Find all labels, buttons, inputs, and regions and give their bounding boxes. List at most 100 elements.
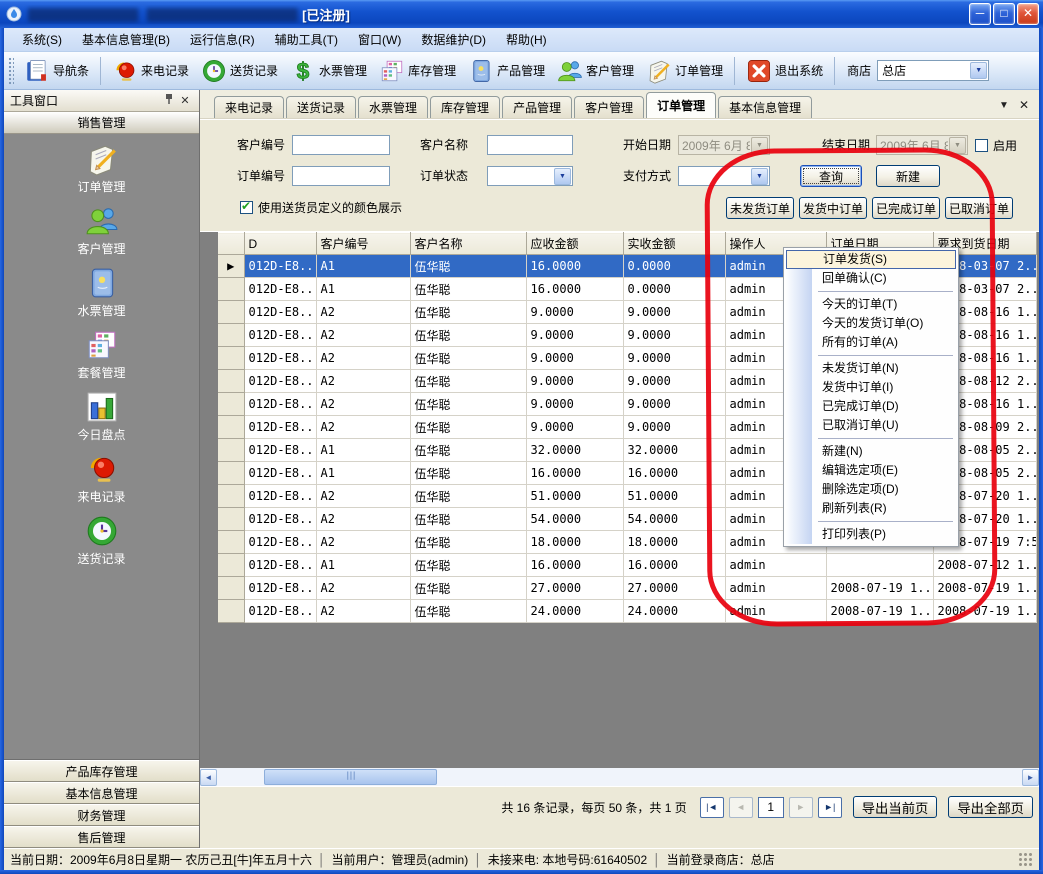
menu-item-5[interactable]: 数据维护(D) (411, 28, 496, 51)
customer-button[interactable]: 客户管理 (552, 56, 639, 86)
pin-icon[interactable] (161, 93, 177, 109)
context-menu-item-2[interactable]: 回单确认(C) (786, 269, 956, 288)
sidebar-item-6[interactable]: 来电记录 (4, 452, 199, 514)
start-date-picker[interactable]: 2009年 6月 8日 ▼ (678, 135, 770, 155)
tab-7[interactable]: 订单管理 (646, 92, 716, 118)
col-customer-no[interactable]: 客户编号 (316, 233, 410, 255)
context-menu-item-15[interactable]: 删除选定项(D) (786, 480, 956, 499)
inventory-button[interactable]: 库存管理 (374, 56, 461, 86)
sidebar-section-sales[interactable]: 销售管理 (4, 112, 199, 134)
export-all-pages-button[interactable]: 导出全部页 (948, 796, 1033, 818)
sidebar-item-5[interactable]: 今日盘点 (4, 390, 199, 452)
first-page-button[interactable]: |◄ (700, 797, 724, 818)
sidebar-group-1[interactable]: 产品库存管理 (4, 760, 199, 782)
prev-page-button[interactable]: ◄ (729, 797, 753, 818)
exit-button[interactable]: 退出系统 (741, 56, 828, 86)
sidebar-group-4[interactable]: 售后管理 (4, 826, 199, 848)
minimize-button[interactable]: ─ (969, 3, 991, 25)
sidebar-item-3[interactable]: 水票管理 (4, 266, 199, 328)
page-number-input[interactable] (758, 797, 784, 818)
horizontal-scrollbar[interactable]: ◄ ► (200, 768, 1039, 786)
toolbar-grip[interactable] (8, 57, 14, 85)
context-menu-item-14[interactable]: 编辑选定项(E) (786, 461, 956, 480)
tab-close-icon[interactable]: ✕ (1019, 98, 1029, 112)
pay-method-select[interactable]: ▼ (678, 166, 770, 186)
status-filter-button-2[interactable]: 发货中订单 (799, 197, 867, 219)
context-menu-item-5[interactable]: 今天的发货订单(O) (786, 314, 956, 333)
export-current-page-button[interactable]: 导出当前页 (853, 796, 938, 818)
sidebar-group-3[interactable]: 财务管理 (4, 804, 199, 826)
col-received[interactable]: 实收金额 (623, 233, 725, 255)
col-id[interactable]: D (244, 233, 316, 255)
tab-6[interactable]: 客户管理 (574, 96, 644, 118)
close-button[interactable]: ✕ (1017, 3, 1039, 25)
sidebar-group-2[interactable]: 基本信息管理 (4, 782, 199, 804)
customer-name-input[interactable] (487, 135, 573, 155)
enable-checkbox-box[interactable] (975, 139, 988, 152)
delivery-record-button[interactable]: 送货记录 (196, 56, 283, 86)
context-menu-item-18[interactable]: 打印列表(P) (786, 525, 956, 544)
tab-dropdown-icon[interactable]: ▼ (999, 100, 1009, 111)
menu-item-4[interactable]: 窗口(W) (348, 28, 411, 51)
sidebar-item-1[interactable]: 订单管理 (4, 142, 199, 204)
tab-2[interactable]: 送货记录 (286, 96, 356, 118)
menu-item-0[interactable]: 系统(S) (12, 28, 72, 51)
context-menu-item-11[interactable]: 已取消订单(U) (786, 416, 956, 435)
context-menu-item-16[interactable]: 刷新列表(R) (786, 499, 956, 518)
resize-grip[interactable] (1019, 853, 1033, 867)
menu-item-1[interactable]: 基本信息管理(B) (72, 28, 180, 51)
order-status-dropdown-icon[interactable]: ▼ (554, 168, 571, 185)
scrollbar-thumb[interactable] (264, 769, 437, 785)
shop-dropdown-icon[interactable]: ▼ (970, 62, 987, 79)
enable-checkbox[interactable]: 启用 (975, 137, 1017, 154)
water-ticket-button[interactable]: $水票管理 (285, 56, 372, 86)
shop-select[interactable]: 总店▼ (877, 60, 989, 81)
order-no-input[interactable] (292, 166, 390, 186)
scroll-right-icon[interactable]: ► (1022, 769, 1039, 786)
context-menu-item-6[interactable]: 所有的订单(A) (786, 333, 956, 352)
context-menu-item-13[interactable]: 新建(N) (786, 442, 956, 461)
end-date-picker[interactable]: 2009年 6月 8日 ▼ (876, 135, 968, 155)
order-button[interactable]: 订单管理 (641, 56, 728, 86)
context-menu-item-10[interactable]: 已完成订单(D) (786, 397, 956, 416)
end-date-dropdown-icon[interactable]: ▼ (949, 137, 966, 154)
col-receivable[interactable]: 应收金额 (526, 233, 623, 255)
start-date-dropdown-icon[interactable]: ▼ (751, 137, 768, 154)
context-menu-item-9[interactable]: 发货中订单(I) (786, 378, 956, 397)
query-button[interactable]: 查询 (800, 165, 862, 187)
sidebar-item-2[interactable]: 客户管理 (4, 204, 199, 266)
delivery-color-checkbox-box[interactable] (240, 201, 253, 214)
call-record-button[interactable]: 来电记录 (107, 56, 194, 86)
menu-item-3[interactable]: 辅助工具(T) (265, 28, 348, 51)
tab-8[interactable]: 基本信息管理 (718, 96, 812, 118)
sidebar-item-4[interactable]: 套餐管理 (4, 328, 199, 390)
context-menu-item-8[interactable]: 未发货订单(N) (786, 359, 956, 378)
context-menu-item-1[interactable]: 订单发货(S) (786, 250, 956, 269)
delivery-color-checkbox[interactable]: 使用送货员定义的颜色展示 (240, 199, 402, 216)
status-filter-button-4[interactable]: 已取消订单 (945, 197, 1013, 219)
next-page-button[interactable]: ► (789, 797, 813, 818)
tab-4[interactable]: 库存管理 (430, 96, 500, 118)
sidebar-item-7[interactable]: 送货记录 (4, 514, 199, 576)
table-row-16[interactable]: 012D-E8...A2伍华聪24.000024.0000admin2008-0… (218, 600, 1036, 623)
status-filter-button-3[interactable]: 已完成订单 (872, 197, 940, 219)
tool-window-close-icon[interactable]: ✕ (177, 93, 193, 109)
table-row-14[interactable]: 012D-E8...A1伍华聪16.000016.0000admin2008-0… (218, 554, 1036, 577)
pay-method-dropdown-icon[interactable]: ▼ (751, 168, 768, 185)
product-button[interactable]: 产品管理 (463, 56, 550, 86)
col-customer-name[interactable]: 客户名称 (410, 233, 526, 255)
maximize-button[interactable]: □ (993, 3, 1015, 25)
menu-item-6[interactable]: 帮助(H) (496, 28, 557, 51)
new-button[interactable]: 新建 (876, 165, 940, 187)
scroll-left-icon[interactable]: ◄ (200, 769, 217, 786)
tab-5[interactable]: 产品管理 (502, 96, 572, 118)
status-filter-button-1[interactable]: 未发货订单 (726, 197, 794, 219)
tab-1[interactable]: 来电记录 (214, 96, 284, 118)
menu-item-2[interactable]: 运行信息(R) (180, 28, 265, 51)
customer-no-input[interactable] (292, 135, 390, 155)
context-menu-item-4[interactable]: 今天的订单(T) (786, 295, 956, 314)
navigator-button[interactable]: 导航条 (19, 56, 94, 86)
table-row-15[interactable]: 012D-E8...A2伍华聪27.000027.0000admin2008-0… (218, 577, 1036, 600)
tab-3[interactable]: 水票管理 (358, 96, 428, 118)
last-page-button[interactable]: ►| (818, 797, 842, 818)
